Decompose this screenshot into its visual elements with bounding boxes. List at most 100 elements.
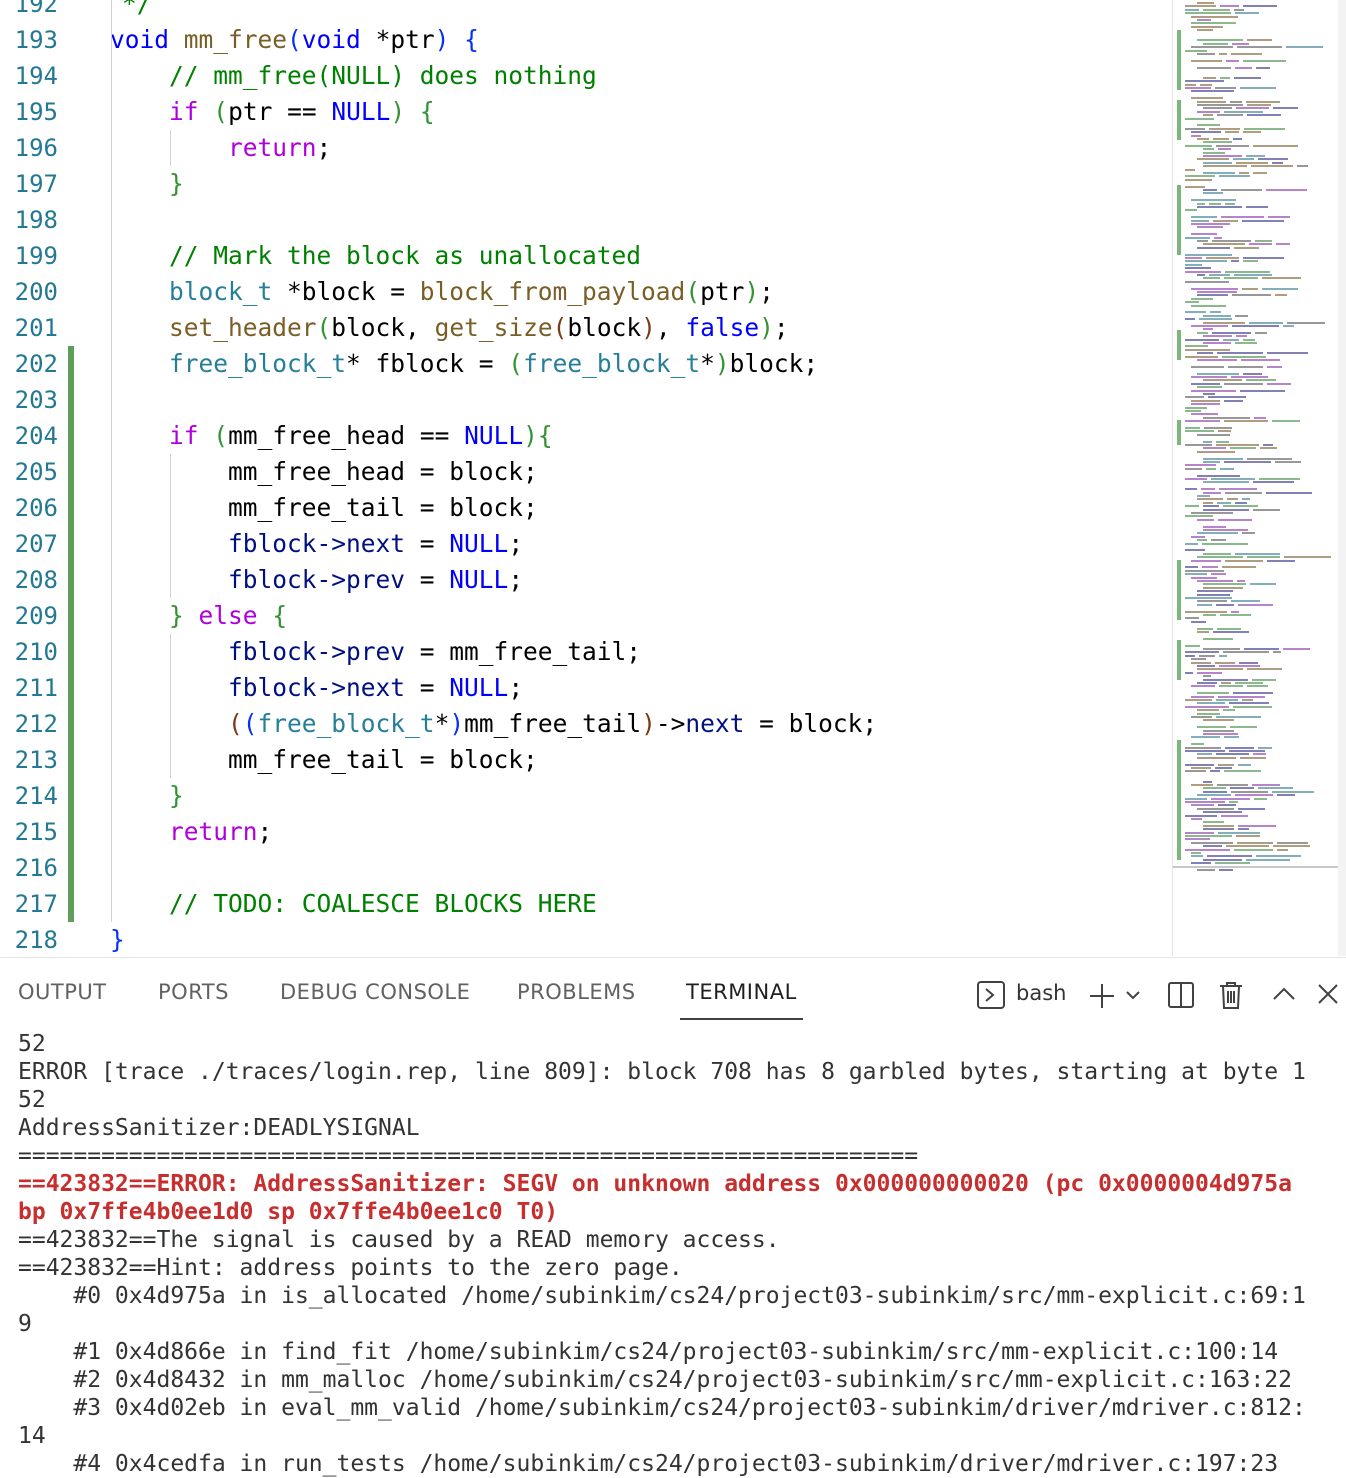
- minimap-code-segment: [1197, 110, 1220, 113]
- git-change-marker[interactable]: [68, 814, 74, 850]
- tab-output[interactable]: OUTPUT: [18, 980, 107, 1004]
- chevron-down-icon[interactable]: [1124, 986, 1142, 1008]
- minimap-code-segment: [1211, 478, 1255, 480]
- minimap-code-segment: [1203, 552, 1231, 555]
- code-editor[interactable]: 192 193 194 195 196 197 198 199 200 201 202 203 204 2…: [0, 0, 1346, 956]
- minimap-code-segment: [1200, 83, 1212, 86]
- minimap-code-segment: [1216, 444, 1259, 446]
- terminal-line: #1 0x4d866e in find_fit /home/subinkim/c…: [18, 1339, 1279, 1365]
- git-change-marker[interactable]: [68, 886, 74, 922]
- shell-label[interactable]: bash: [1016, 981, 1066, 1005]
- minimap-code-segment: [1223, 709, 1235, 712]
- git-change-marker[interactable]: [68, 562, 74, 598]
- minimap-code-segment: [1242, 498, 1250, 501]
- minimap-code-segment: [1218, 148, 1231, 151]
- code-token: * fblock =: [346, 349, 509, 378]
- minimap-code-segment: [1211, 573, 1226, 576]
- git-change-marker[interactable]: [68, 382, 74, 418]
- minimap-code-segment: [1243, 59, 1286, 62]
- minimap-code-segment: [1224, 420, 1268, 423]
- minimap-code-segment: [1223, 338, 1239, 341]
- code-token: (: [228, 709, 243, 738]
- code-token: (: [316, 313, 332, 342]
- terminal-output[interactable]: 52 ERROR [trace ./traces/login.rep, line …: [18, 1030, 1338, 1478]
- minimap-code-segment: [1197, 474, 1240, 477]
- minimap-code-segment: [1185, 763, 1214, 766]
- minimap-code-segment: [1203, 790, 1227, 793]
- terminal-icon[interactable]: [976, 980, 1006, 1014]
- minimap-code-segment: [1191, 841, 1233, 844]
- split-icon[interactable]: [1167, 981, 1195, 1013]
- code-token: {: [272, 601, 288, 630]
- minimap-code-segment: [1236, 835, 1260, 837]
- git-change-marker[interactable]: [68, 418, 74, 454]
- minimap-code-segment: [1253, 481, 1294, 484]
- git-change-marker[interactable]: [68, 490, 74, 526]
- code-token: return: [228, 133, 317, 162]
- code-token: ;: [773, 313, 789, 342]
- minimap-code-segment: [1219, 175, 1250, 178]
- code-token: ): [714, 349, 730, 378]
- minimap-code-segment: [1218, 695, 1265, 698]
- minimap-code-segment: [1197, 692, 1229, 695]
- git-change-marker[interactable]: [68, 778, 74, 814]
- terminal-line: 52: [18, 1087, 46, 1113]
- minimap-code-segment: [1263, 444, 1273, 446]
- vertical-scrollbar[interactable]: [1338, 0, 1346, 956]
- minimap-code-segment: [1203, 151, 1225, 154]
- minimap-code-segment: [1224, 110, 1263, 113]
- minimap-code-segment: [1203, 335, 1232, 338]
- git-change-marker[interactable]: [68, 850, 74, 886]
- tab-problems[interactable]: PROBLEMS: [517, 980, 636, 1004]
- minimap-code-segment: [1203, 648, 1240, 650]
- git-change-marker[interactable]: [68, 346, 74, 382]
- minimap-code-segment: [1226, 845, 1269, 848]
- tab-debug-console[interactable]: DEBUG CONSOLE: [280, 980, 470, 1004]
- chevron-up-icon[interactable]: [1272, 984, 1296, 1008]
- minimap-code-segment: [1185, 345, 1208, 348]
- git-change-marker[interactable]: [68, 526, 74, 562]
- minimap[interactable]: [1172, 0, 1339, 956]
- minimap-code-segment: [1185, 644, 1200, 647]
- git-change-marker[interactable]: [68, 742, 74, 778]
- minimap-code-segment: [1228, 365, 1263, 368]
- minimap-code-segment: [1258, 787, 1293, 790]
- code-token: ): [744, 277, 760, 306]
- add-icon[interactable]: [1088, 982, 1116, 1014]
- minimap-code-segment: [1209, 127, 1240, 130]
- minimap-code-segment: [1217, 114, 1243, 117]
- minimap-code-segment: [1191, 287, 1238, 290]
- minimap-code-segment: [1240, 87, 1276, 89]
- code-token: ,: [655, 313, 686, 342]
- minimap-code-segment: [1203, 321, 1245, 324]
- minimap-code-segment: [1203, 678, 1248, 681]
- tab-ports[interactable]: PORTS: [158, 980, 229, 1004]
- git-change-marker[interactable]: [68, 634, 74, 670]
- close-icon[interactable]: [1317, 983, 1339, 1009]
- trash-icon[interactable]: [1218, 980, 1244, 1014]
- code-token: void: [301, 25, 361, 54]
- minimap-code-segment: [1185, 654, 1195, 657]
- minimap-viewport-indicator[interactable]: [1173, 866, 1339, 868]
- git-change-marker[interactable]: [68, 598, 74, 634]
- minimap-code-segment: [1185, 87, 1211, 89]
- minimap-code-segment: [1197, 590, 1233, 593]
- minimap-code-segment: [1243, 5, 1277, 8]
- minimap-code-segment: [1197, 66, 1231, 69]
- minimap-code-segment: [1203, 107, 1232, 110]
- minimap-code-segment: [1185, 610, 1227, 613]
- tab-terminal[interactable]: TERMINAL: [680, 980, 803, 1020]
- minimap-code-segment: [1185, 318, 1195, 321]
- minimap-code-segment: [1252, 784, 1280, 786]
- minimap-code-segment: [1235, 12, 1259, 15]
- minimap-code-segment: [1225, 270, 1270, 273]
- git-change-marker[interactable]: [68, 454, 74, 490]
- git-change-marker[interactable]: [68, 706, 74, 742]
- git-change-marker[interactable]: [68, 670, 74, 706]
- minimap-code-segment: [1191, 297, 1213, 300]
- minimap-code-segment: [1203, 637, 1233, 640]
- minimap-code-segment: [1197, 19, 1211, 21]
